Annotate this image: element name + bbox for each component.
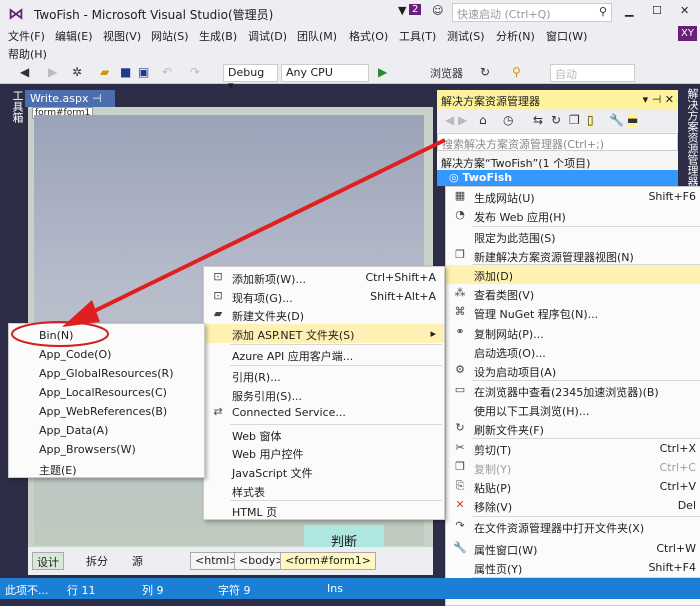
status-mode: Ins — [327, 582, 343, 595]
status-bar: 此项不... 行 11 列 9 字符 9 Ins — [0, 578, 700, 599]
status-char: 字符 9 — [218, 584, 251, 597]
annotation-arrow — [79, 138, 446, 320]
status-line: 行 11 — [67, 584, 96, 597]
status-col: 列 9 — [142, 584, 164, 597]
status-message: 此项不... — [5, 584, 49, 597]
annotation-circle — [11, 321, 109, 347]
annotation-overlay — [11, 138, 446, 347]
